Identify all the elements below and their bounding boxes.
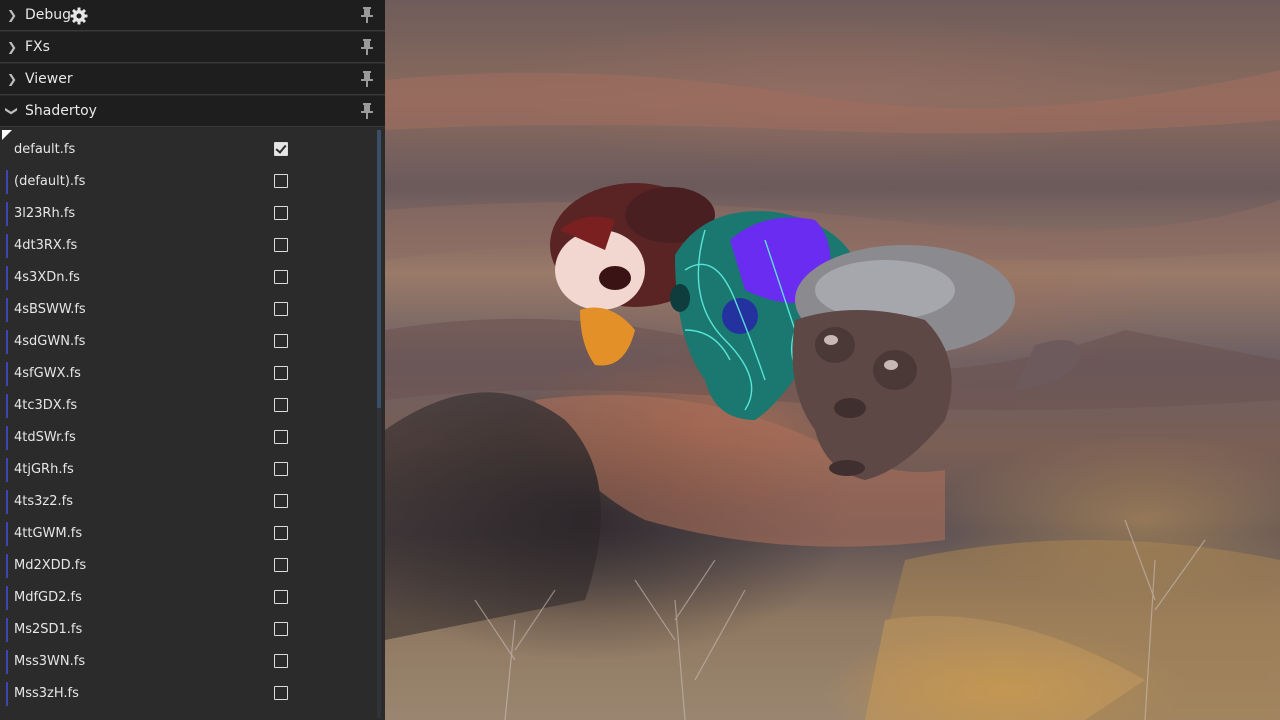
row-accent-bar [6,554,8,578]
shader-name: 4ts3z2.fs [14,494,73,509]
shader-checkbox[interactable] [274,654,288,668]
shader-name: 4ttGWM.fs [14,526,83,541]
list-item[interactable]: 4sdGWN.fs [0,326,370,358]
list-item[interactable]: MdfGD2.fs [0,582,370,614]
shader-checkbox[interactable] [274,302,288,316]
shader-name: default.fs [14,142,76,157]
row-accent-bar [6,586,8,610]
shader-checkbox[interactable] [274,494,288,508]
row-accent-bar [6,362,8,386]
chevron-right-icon: ❯ [7,72,18,86]
side-panel: ❯ Debug ❯ FXs ❯ Viewer ❯ Shadertoy defau… [0,0,385,720]
scene-render [385,70,1280,720]
list-item[interactable]: 4sBSWW.fs [0,294,370,326]
row-accent-bar [6,266,8,290]
row-accent-bar [6,170,8,194]
section-label-shadertoy: Shadertoy [25,103,97,119]
shader-name: Ms2SD1.fs [14,622,83,637]
list-item[interactable]: 4ttGWM.fs [0,518,370,550]
list-scrollbar-track[interactable] [377,408,381,718]
shader-checkbox[interactable] [274,206,288,220]
list-item[interactable]: default.fs [0,134,370,166]
shader-name: 4sfGWX.fs [14,366,81,381]
section-label-viewer: Viewer [25,71,73,87]
list-item[interactable]: 4ts3z2.fs [0,486,370,518]
shader-checkbox[interactable] [274,558,288,572]
list-scrollbar[interactable] [377,130,381,408]
shader-checkbox[interactable] [274,334,288,348]
3d-viewport[interactable] [385,0,1280,720]
list-item[interactable]: Mss3zH.fs [0,678,370,710]
row-accent-bar [6,234,8,258]
row-accent-bar [6,330,8,354]
shader-name: Mss3WN.fs [14,654,86,669]
shader-checkbox[interactable] [274,142,288,156]
list-item[interactable]: 4tdSWr.fs [0,422,370,454]
shader-name: 4tdSWr.fs [14,430,76,445]
row-accent-bar [6,426,8,450]
shader-checkbox[interactable] [274,366,288,380]
shader-checkbox[interactable] [274,238,288,252]
shader-name: 4tjGRh.fs [14,462,74,477]
list-item[interactable]: 4sfGWX.fs [0,358,370,390]
shader-checkbox[interactable] [274,526,288,540]
row-accent-bar [6,650,8,674]
chevron-down-icon: ❯ [5,106,19,117]
list-item[interactable]: Mss3WN.fs [0,646,370,678]
shader-checkbox[interactable] [274,462,288,476]
section-header-shadertoy[interactable]: ❯ Shadertoy [0,96,385,127]
shader-checkbox[interactable] [274,622,288,636]
list-item[interactable]: 4dt3RX.fs [0,230,370,262]
row-accent-bar [6,394,8,418]
row-accent-bar [6,682,8,706]
list-item[interactable]: 4tc3DX.fs [0,390,370,422]
chevron-right-icon: ❯ [7,40,18,54]
section-header-fxs[interactable]: ❯ FXs [0,32,385,63]
shader-name: 4dt3RX.fs [14,238,78,253]
shader-name: 4s3XDn.fs [14,270,80,285]
shader-name: (default).fs [14,174,86,189]
pin-icon[interactable] [358,102,376,120]
list-item[interactable]: Ms2SD1.fs [0,614,370,646]
list-item[interactable]: 4s3XDn.fs [0,262,370,294]
section-label-debug: Debug [25,7,72,23]
row-accent-bar [6,618,8,642]
list-item[interactable]: (default).fs [0,166,370,198]
section-header-viewer[interactable]: ❯ Viewer [0,64,385,95]
shader-name: Md2XDD.fs [14,558,87,573]
row-accent-bar [6,298,8,322]
shader-name: 4sdGWN.fs [14,334,86,349]
list-item[interactable]: Md2XDD.fs [0,550,370,582]
shader-checkbox[interactable] [274,590,288,604]
shader-name: Mss3zH.fs [14,686,79,701]
shader-checkbox[interactable] [274,430,288,444]
shader-name: 4tc3DX.fs [14,398,78,413]
shader-name: 4sBSWW.fs [14,302,86,317]
monkey-head-metallic [792,245,1081,480]
section-header-debug[interactable]: ❯ Debug [0,0,385,31]
shader-checkbox[interactable] [274,686,288,700]
section-label-fxs: FXs [25,39,50,55]
pin-icon[interactable] [358,38,376,56]
list-item[interactable]: 3l23Rh.fs [0,198,370,230]
list-item[interactable]: 4tjGRh.fs [0,454,370,486]
shader-name: MdfGD2.fs [14,590,82,605]
shader-name: 3l23Rh.fs [14,206,76,221]
pin-icon[interactable] [358,70,376,88]
pin-icon[interactable] [358,6,376,24]
row-accent-bar [6,458,8,482]
chevron-right-icon: ❯ [7,8,18,22]
row-accent-bar [6,522,8,546]
shader-checkbox[interactable] [274,270,288,284]
gear-icon[interactable] [69,6,89,26]
row-accent-bar [6,202,8,226]
shader-checkbox[interactable] [274,398,288,412]
shader-list[interactable]: default.fs (default).fs 3l23Rh.fs 4dt3RX.fs… [0,128,385,720]
shader-checkbox[interactable] [274,174,288,188]
row-accent-bar [6,490,8,514]
